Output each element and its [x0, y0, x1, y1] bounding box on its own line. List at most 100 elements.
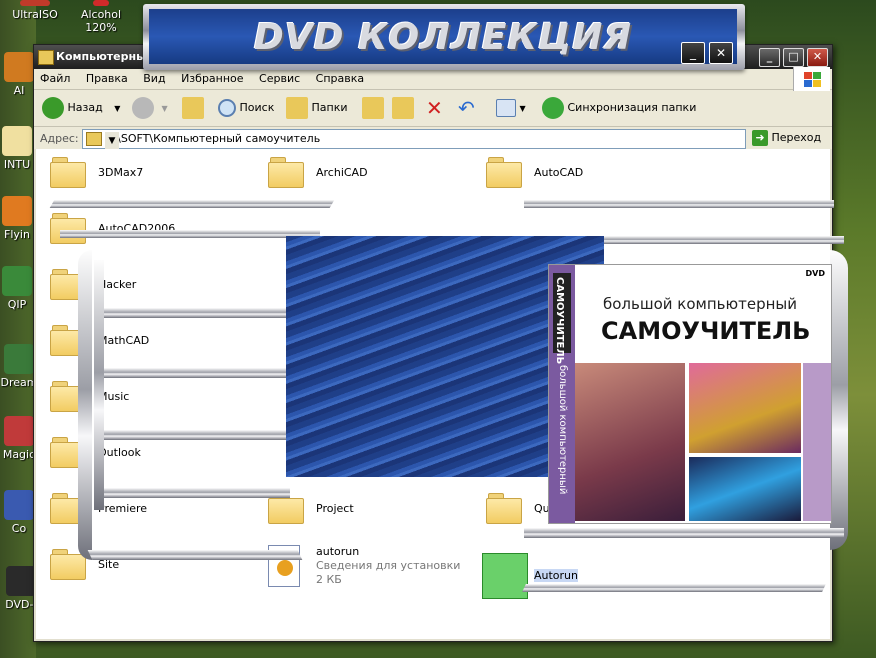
desktop-icon-alcohol[interactable]: Alcohol 120% [66, 0, 136, 34]
back-label: Назад [67, 101, 103, 114]
maximize-button[interactable]: □ [783, 48, 804, 67]
chrome-bar [87, 550, 303, 560]
chrome-frame-right-bottom-2 [522, 584, 826, 592]
dvd-logo: DVD [805, 269, 825, 278]
folder-icon [50, 549, 86, 580]
folder-icon [486, 157, 522, 188]
undo-button[interactable]: ↶ [458, 96, 475, 120]
back-button[interactable]: Назад ▼ [42, 96, 120, 120]
autorun-app-icon [482, 553, 528, 599]
close-button[interactable]: ✕ [807, 48, 828, 67]
sync-icon [542, 97, 564, 119]
chrome-frame-right-bottom [524, 528, 844, 538]
search-button[interactable]: Поиск [218, 96, 274, 120]
sync-folder-button[interactable]: Синхронизация папки [542, 96, 696, 120]
go-button[interactable]: ➜ Переход [752, 130, 821, 146]
folder-name: ArchiCAD [316, 166, 368, 179]
delete-button[interactable]: ✕ [426, 96, 443, 120]
alcohol-icon [93, 0, 109, 6]
folder-icon [50, 157, 86, 188]
menu-bar: Файл Правка Вид Избранное Сервис Справка [34, 67, 832, 91]
computer-icon [4, 490, 34, 520]
chrome-frame-right-top [524, 200, 834, 208]
cover-spine-title: САМОУЧИТЕЛЬ [554, 277, 565, 365]
go-arrow-icon: ➜ [752, 130, 768, 146]
desktop-icon-label: Flyin [4, 228, 30, 241]
up-folder-button[interactable] [182, 96, 204, 120]
forward-button[interactable]: ▼ [132, 96, 168, 120]
delete-x-icon: ✕ [426, 96, 443, 120]
folder-name: Premiere [98, 502, 148, 515]
folder-item[interactable]: Project [268, 489, 468, 529]
ai-icon [4, 52, 34, 82]
document-icon [2, 126, 32, 156]
chrome-frame-top-left [49, 200, 335, 208]
magic-icon [4, 416, 34, 446]
folder-icon [38, 50, 54, 65]
chrome-frame-left-inner [94, 260, 104, 510]
views-button[interactable]: ▼ [496, 96, 526, 120]
flying-icon [2, 196, 32, 226]
folder-name: Outlook [98, 446, 141, 459]
undo-icon: ↶ [458, 96, 475, 120]
chevron-down-icon: ▼ [161, 104, 168, 113]
desktop-icon-label: INTU [3, 158, 31, 171]
folder-item[interactable]: ArchiCAD [268, 153, 468, 193]
chrome-frame-top-left-2 [60, 230, 320, 238]
chrome-bar [104, 368, 290, 378]
file-name: autorun [316, 545, 360, 558]
copy-to-button[interactable] [392, 96, 414, 120]
chevron-down-icon[interactable]: ▼ [114, 104, 120, 113]
search-icon [218, 99, 236, 117]
banner-panel: DVD КОЛЛЕКЦИЯ [149, 9, 737, 64]
desktop-icon-label: QIP [7, 298, 27, 311]
menu-help[interactable]: Справка [310, 69, 370, 89]
menu-tools[interactable]: Сервис [253, 69, 306, 89]
search-label: Поиск [239, 101, 275, 114]
cover-spine-subtitle: большой компьютерный [557, 365, 568, 495]
folder-name: MathCAD [98, 334, 150, 347]
dvd-drive-icon [6, 566, 36, 596]
dvd-collection-banner: DVD КОЛЛЕКЦИЯ _ ✕ [143, 4, 745, 70]
folder-icon [486, 493, 522, 524]
desktop-icon-label: UltraISO [12, 8, 58, 21]
folder-item[interactable]: AutoCAD2006 [50, 209, 250, 249]
folder-item[interactable]: 3DMax7 [50, 153, 250, 193]
folder-item[interactable]: AutoCAD [486, 153, 686, 193]
banner-title: DVD КОЛЛЕКЦИЯ [253, 17, 633, 58]
cover-subtitle: большой компьютерный [603, 295, 797, 313]
minimize-button[interactable]: _ [759, 48, 780, 67]
chevron-down-icon[interactable]: ▼ [105, 132, 119, 150]
banner-minimize-button[interactable]: _ [681, 42, 705, 64]
sync-label: Синхронизация папки [567, 101, 697, 114]
menu-file[interactable]: Файл [34, 69, 76, 89]
cover-photo-strip [803, 363, 831, 521]
folder-icon [86, 132, 102, 146]
desktop-icon-ultraiso[interactable]: UltraISO [0, 0, 70, 21]
cover-photo-dj [689, 363, 801, 453]
file-name: Autorun [534, 569, 579, 582]
desktop-icon-label: AI [13, 84, 25, 97]
copy-to-icon [392, 97, 414, 119]
folder-icon [268, 157, 304, 188]
move-to-icon [362, 97, 384, 119]
window-title: Компьютерный [56, 50, 154, 63]
file-item-autorun-exe[interactable]: Autorun [482, 553, 682, 599]
address-input[interactable]: D:\SOFT\Компьютерный самоучитель ▼ [82, 129, 746, 150]
menu-edit[interactable]: Правка [80, 69, 134, 89]
banner-close-button[interactable]: ✕ [709, 42, 733, 64]
chevron-down-icon: ▼ [519, 104, 526, 113]
folder-icon [50, 213, 86, 244]
cover-photo-tech [689, 457, 801, 521]
ultraiso-icon [20, 0, 50, 6]
folder-name: Project [316, 502, 354, 515]
menu-view[interactable]: Вид [137, 69, 171, 89]
dream-icon [4, 344, 34, 374]
move-to-button[interactable] [362, 96, 384, 120]
folders-label: Папки [311, 101, 348, 114]
folders-button[interactable]: Папки [286, 96, 348, 120]
chrome-bar [104, 488, 290, 498]
menu-favorites[interactable]: Избранное [175, 69, 249, 89]
folder-up-icon [182, 97, 204, 119]
desktop-icon-label: Co [11, 522, 27, 535]
